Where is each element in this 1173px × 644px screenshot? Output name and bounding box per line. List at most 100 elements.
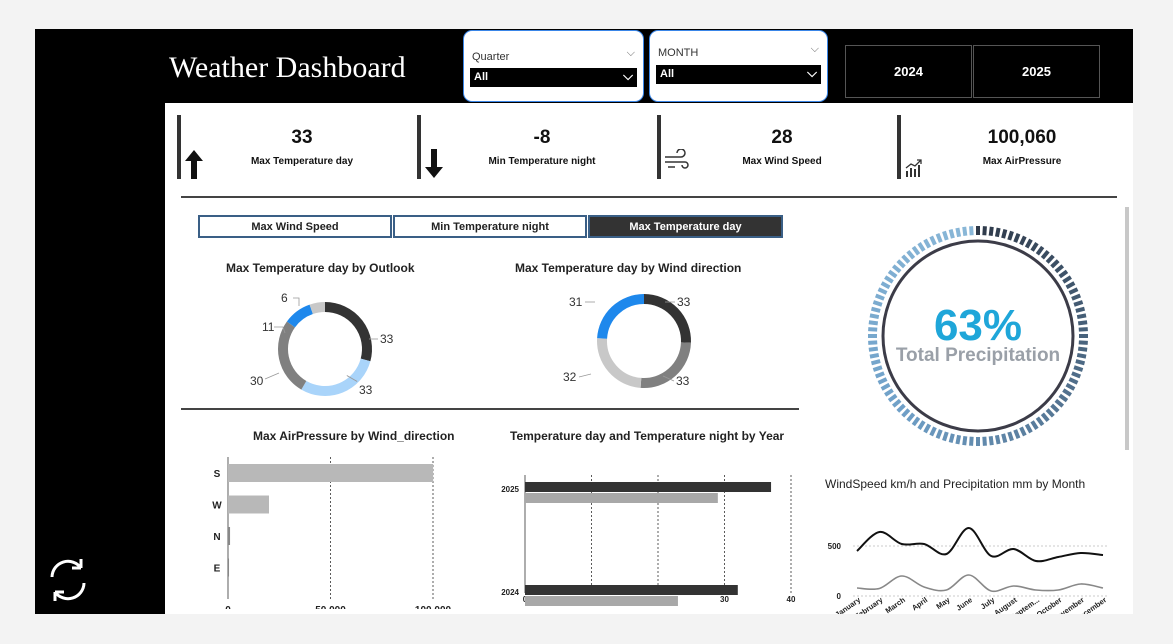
gauge-tick	[877, 287, 888, 295]
section-divider	[181, 408, 799, 410]
gauge-tick	[929, 235, 937, 246]
gauge-tick	[877, 377, 888, 385]
data-label: 30	[250, 374, 264, 388]
donut-slice	[286, 304, 314, 328]
gauge-tick	[1024, 238, 1033, 249]
gauge-tick	[1035, 245, 1045, 256]
page-title: Weather Dashboard	[169, 51, 406, 84]
data-label: 32	[563, 370, 577, 384]
data-label: 31	[569, 295, 583, 309]
month-dropdown[interactable]: All ⌵	[656, 65, 821, 84]
chart-title: Max Temperature day by Wind direction	[515, 261, 742, 275]
gauge-tick	[1040, 249, 1050, 260]
kpi-divider	[657, 115, 661, 179]
kpi-card-max-airpressure: 100,060 Max AirPressure	[897, 115, 1133, 179]
gauge-tick	[1071, 371, 1082, 379]
donut-slice	[278, 321, 307, 390]
kpi-label: Max AirPressure	[982, 156, 1062, 167]
donut-slice	[597, 338, 642, 388]
gauge-tick	[1019, 426, 1027, 437]
gauge-tick	[917, 420, 926, 430]
gauge-tick	[1024, 423, 1033, 434]
category-label: S	[214, 469, 221, 480]
tick-label: 0	[225, 605, 231, 609]
kpi-divider	[417, 115, 421, 179]
month-slicer[interactable]: MONTH ⌵ All ⌵	[649, 30, 828, 102]
tab-max-temperature-day[interactable]: Max Temperature day	[588, 215, 783, 238]
gauge-tick	[962, 226, 968, 237]
month-slicer-label: MONTH	[658, 47, 699, 59]
chart-title: WindSpeed km/h and Precipitation mm by M…	[825, 477, 1086, 491]
gauge-tick	[929, 426, 937, 437]
gauge-tick	[948, 228, 955, 239]
scrollbar[interactable]	[1125, 207, 1129, 450]
gauge-value: 63%	[933, 301, 1023, 350]
tab-min-temperature-night[interactable]: Min Temperature night	[393, 215, 587, 238]
gauge-tick	[1073, 365, 1084, 372]
quarter-dropdown[interactable]: All ⌵	[470, 68, 637, 87]
data-label: 33	[380, 332, 394, 346]
bar	[525, 482, 772, 492]
chart-title: Max Temperature day by Outlook	[226, 261, 415, 275]
gauge-tick	[988, 435, 994, 446]
gauge-tick	[1007, 230, 1014, 241]
refresh-icon[interactable]	[43, 555, 93, 605]
category-label: W	[212, 501, 222, 512]
gauge-tick	[1065, 382, 1076, 391]
dashboard-canvas: Weather Dashboard Quarter ⌵ All ⌵ MONTH …	[35, 29, 1133, 614]
bar	[228, 495, 269, 514]
gauge-tick	[884, 275, 894, 284]
gauge-tick	[1058, 393, 1069, 403]
tick-label: 50,000	[315, 605, 346, 609]
gauge-tick	[969, 226, 974, 236]
tab-max-wind-speed[interactable]: Max Wind Speed	[198, 215, 392, 238]
donut-slice	[309, 302, 326, 315]
bar	[228, 464, 434, 482]
bar	[525, 493, 718, 503]
gauge-tick	[1045, 254, 1055, 264]
gauge-tick	[942, 230, 949, 241]
tick-label: June	[954, 595, 974, 612]
gauge-tick	[906, 249, 916, 260]
year-button-2024[interactable]: 2024	[845, 45, 972, 98]
gauge-tick	[891, 398, 902, 408]
donut-chart-wind-direction: 33 33 32 31	[563, 294, 691, 388]
tick-label: 100,000	[415, 605, 452, 609]
chevron-down-icon: ⌵	[810, 43, 819, 55]
gauge-tick	[935, 429, 943, 440]
gauge-tick	[942, 431, 949, 442]
gauge-tick	[969, 436, 974, 446]
gauge-tick	[1019, 235, 1027, 246]
quarter-slicer[interactable]: Quarter ⌵ All ⌵	[463, 30, 644, 102]
kpi-divider	[177, 115, 181, 179]
tick-label: 500	[828, 542, 842, 551]
gauge-tick	[896, 403, 906, 413]
gauge-tick	[1001, 228, 1008, 239]
year-button-2025[interactable]: 2025	[973, 45, 1100, 98]
gauge-tick	[884, 388, 894, 397]
bar-chart-temperature-year: 01020304020252024	[501, 475, 796, 606]
category-label: E	[214, 564, 221, 575]
chevron-down-icon: ⌵	[807, 65, 817, 80]
bar	[228, 558, 230, 577]
chevron-down-icon: ⌵	[626, 47, 635, 59]
gauge-tick	[891, 264, 902, 274]
gauge-tick	[1068, 287, 1079, 295]
gauge-tick	[1030, 242, 1039, 252]
gauge-tick	[923, 238, 932, 249]
gauge-tick	[1040, 412, 1050, 423]
category-label: 2024	[501, 588, 519, 597]
gauge-tick	[880, 382, 891, 391]
gauge-tick	[887, 393, 898, 403]
gauge-tick	[1058, 269, 1069, 279]
data-label: 33	[677, 295, 691, 309]
gauge-tick	[1001, 433, 1008, 444]
chart-title: Max AirPressure by Wind_direction	[253, 429, 455, 443]
kpi-value: 28	[771, 127, 793, 148]
gauge-tick	[1050, 403, 1060, 413]
tick-label: March	[884, 595, 908, 614]
gauge-tick	[1062, 388, 1072, 397]
gauge-tick	[1054, 398, 1065, 408]
gauge-tick	[923, 423, 932, 434]
kpi-label: Min Temperature night	[488, 156, 596, 167]
